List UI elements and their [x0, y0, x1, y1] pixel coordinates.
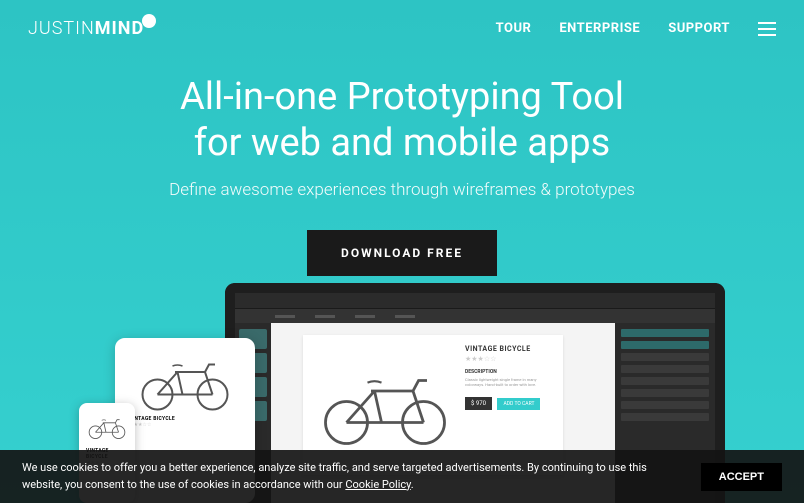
download-button[interactable]: DOWNLOAD FREE — [307, 230, 497, 276]
site-header: JUSTINMIND TOUR ENTERPRISE SUPPORT — [0, 0, 804, 39]
logo-suffix: MIND — [95, 18, 144, 39]
price-badge: $ 970 — [465, 397, 492, 410]
bicycle-icon — [86, 410, 128, 444]
app-titlebar — [235, 293, 715, 309]
menu-icon[interactable] — [758, 22, 776, 36]
nav-enterprise[interactable]: ENTERPRISE — [559, 21, 640, 36]
logo[interactable]: JUSTINMIND — [28, 18, 156, 39]
hero-title: All-in-one Prototyping Tool for web and … — [0, 75, 804, 166]
rating-stars: ★★★☆☆ — [129, 422, 241, 428]
bicycle-icon — [129, 352, 241, 412]
cookie-policy-link[interactable]: Cookie Policy — [345, 478, 410, 491]
nav-support[interactable]: SUPPORT — [668, 21, 730, 36]
product-title: VINTAGE BICYCLE — [465, 345, 551, 353]
app-tabbar — [235, 309, 715, 323]
desc-text: Classic lightweight single frame in many… — [465, 377, 551, 387]
nav-tour[interactable]: TOUR — [496, 21, 532, 36]
hero-subtitle: Define awesome experiences through wiref… — [0, 180, 804, 200]
rating-stars: ★★★☆☆ — [465, 355, 551, 363]
cookie-text-after: . — [411, 478, 414, 491]
hero-title-line1: All-in-one Prototyping Tool — [180, 75, 624, 119]
hero-title-line2: for web and mobile apps — [194, 121, 611, 165]
cookie-text-before: We use cookies to offer you a better exp… — [22, 461, 647, 491]
hero: All-in-one Prototyping Tool for web and … — [0, 75, 804, 276]
logo-prefix: JUSTIN — [28, 18, 95, 39]
logo-dot-icon — [142, 14, 156, 28]
cookie-banner: We use cookies to offer you a better exp… — [0, 450, 804, 503]
top-nav: TOUR ENTERPRISE SUPPORT — [496, 21, 776, 36]
cookie-text: We use cookies to offer you a better exp… — [22, 460, 662, 493]
bicycle-icon — [315, 345, 455, 465]
desc-label: DESCRIPTION — [465, 369, 551, 375]
accept-button[interactable]: ACCEPT — [701, 463, 782, 491]
add-to-cart-button: ADD TO CART — [497, 398, 540, 410]
